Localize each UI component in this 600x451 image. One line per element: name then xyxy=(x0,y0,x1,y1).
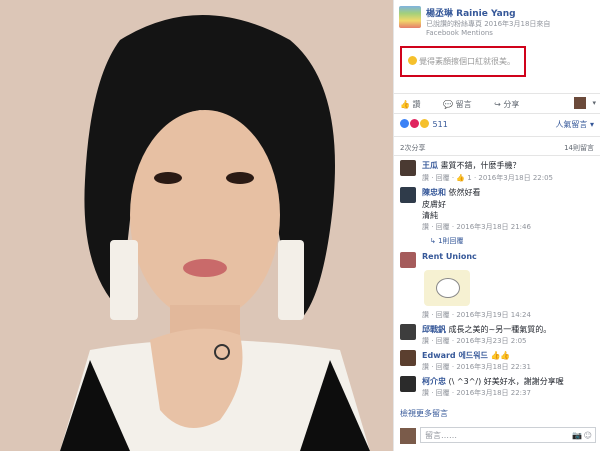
commenter-name[interactable]: Edward 에드워드 xyxy=(422,351,488,360)
commenter-avatar[interactable] xyxy=(400,252,416,268)
comment-text: 👍👍 xyxy=(490,351,511,360)
chevron-down-icon[interactable]: ▾ xyxy=(592,99,596,107)
divider xyxy=(394,155,600,156)
view-more-comments-link[interactable]: 檢視更多留言 xyxy=(400,408,448,419)
page-avatar[interactable] xyxy=(399,6,421,28)
composer-avatar xyxy=(400,428,416,444)
comment-body: 陳忠和 依然好看 xyxy=(422,187,481,198)
divider xyxy=(394,93,600,94)
commenter-name[interactable]: Rent Unionc xyxy=(422,252,477,261)
comment-input[interactable] xyxy=(420,427,596,443)
comment-body: Rent Unionc xyxy=(422,252,477,261)
share-button[interactable]: ↪ 分享 xyxy=(494,100,529,109)
commenter-avatar[interactable] xyxy=(400,187,416,203)
share-label: 分享 xyxy=(503,100,520,109)
comment-meta[interactable]: 讚 · 回覆 · 👍 1 · 2016年3月18日 22:05 xyxy=(422,173,553,183)
comment-count[interactable]: 14則留言 xyxy=(564,143,594,153)
post-subtitle: 已說讚的粉絲專頁 2016年3月18日來自 xyxy=(426,20,551,28)
comment-label: 留言 xyxy=(455,100,472,109)
sticker-image xyxy=(424,270,470,306)
commenter-avatar[interactable] xyxy=(400,350,416,366)
commenter-avatar[interactable] xyxy=(400,160,416,176)
like-reaction-icon xyxy=(400,119,409,128)
comment-text: 畫質不錯，什麼手機？ xyxy=(440,161,521,170)
comment-meta[interactable]: 讚 · 回覆 · 2016年3月19日 14:24 xyxy=(422,310,531,320)
comment-meta[interactable]: 讚 · 回覆 · 2016年3月18日 22:31 xyxy=(422,362,531,372)
post-text: 覺得素顏擦個口紅就很美。 xyxy=(419,57,515,66)
like-button[interactable]: 👍 讚 xyxy=(400,100,431,109)
comment-text: 成長之美的~另一種氣質的。 xyxy=(448,325,552,334)
page-name-link[interactable]: 楊丞琳 Rainie Yang xyxy=(426,6,516,19)
comment-meta[interactable]: 讚 · 回覆 · 2016年3月18日 22:37 xyxy=(422,388,531,398)
post-actions: 👍 讚 💬 留言 ↪ 分享 xyxy=(400,99,539,110)
post-source[interactable]: Facebook Mentions xyxy=(426,29,493,37)
view-replies-link[interactable]: ↳ 1則回覆 xyxy=(430,236,464,246)
comment-composer: 📷 ☺ xyxy=(400,427,596,445)
comment-text-line: 清純 xyxy=(422,211,438,220)
commenter-name[interactable]: 王瓜 xyxy=(422,161,438,170)
commenter-name[interactable]: 邱戰釩 xyxy=(422,325,446,334)
facebook-post-panel: 楊丞琳 Rainie Yang 已說讚的粉絲專頁 2016年3月18日來自 Fa… xyxy=(393,0,600,451)
reaction-count: 511 xyxy=(432,120,448,129)
comment-text: (\ ^3^/) 好美好水，謝謝分享喔 xyxy=(448,377,564,386)
commenter-avatar[interactable] xyxy=(400,324,416,340)
comment-body: 柯介忠 (\ ^3^/) 好美好水，謝謝分享喔 xyxy=(422,376,564,387)
viewer-avatar[interactable] xyxy=(574,97,586,109)
comment-body: Edward 에드워드 👍👍 xyxy=(422,350,510,361)
comment-text-line: 皮膚好 xyxy=(422,200,446,209)
comment-sort-dropdown[interactable]: 人氣留言 ▾ xyxy=(555,119,594,130)
divider xyxy=(394,136,600,137)
reactions-summary[interactable]: 511 xyxy=(400,119,448,129)
camera-icon[interactable]: 📷 xyxy=(572,431,582,440)
comment-body: 王瓜 畫質不錯，什麼手機？ xyxy=(422,160,521,171)
comment-button[interactable]: 💬 留言 xyxy=(443,100,482,109)
emoji-icon[interactable]: ☺ xyxy=(584,431,592,440)
like-label: 讚 xyxy=(412,100,421,109)
commenter-name[interactable]: 陳忠和 xyxy=(422,188,446,197)
grin-emoji-icon xyxy=(408,56,417,65)
post-photo[interactable] xyxy=(0,0,393,451)
portrait-image xyxy=(0,0,393,451)
comment-body: 邱戰釩 成長之美的~另一種氣質的。 xyxy=(422,324,551,335)
comment-text: 依然好看 xyxy=(448,188,481,197)
haha-reaction-icon xyxy=(420,119,429,128)
divider xyxy=(394,113,600,114)
comment-meta[interactable]: 讚 · 回覆 · 2016年3月18日 21:46 xyxy=(422,222,531,232)
love-reaction-icon xyxy=(410,119,419,128)
post-text-highlight: 覺得素顏擦個口紅就很美。 xyxy=(400,46,526,77)
commenter-avatar[interactable] xyxy=(400,376,416,392)
commenter-name[interactable]: 柯介忠 xyxy=(422,377,446,386)
comment-meta[interactable]: 讚 · 回覆 · 2016年3月23日 2:05 xyxy=(422,336,526,346)
share-count[interactable]: 2次分享 xyxy=(400,143,425,153)
